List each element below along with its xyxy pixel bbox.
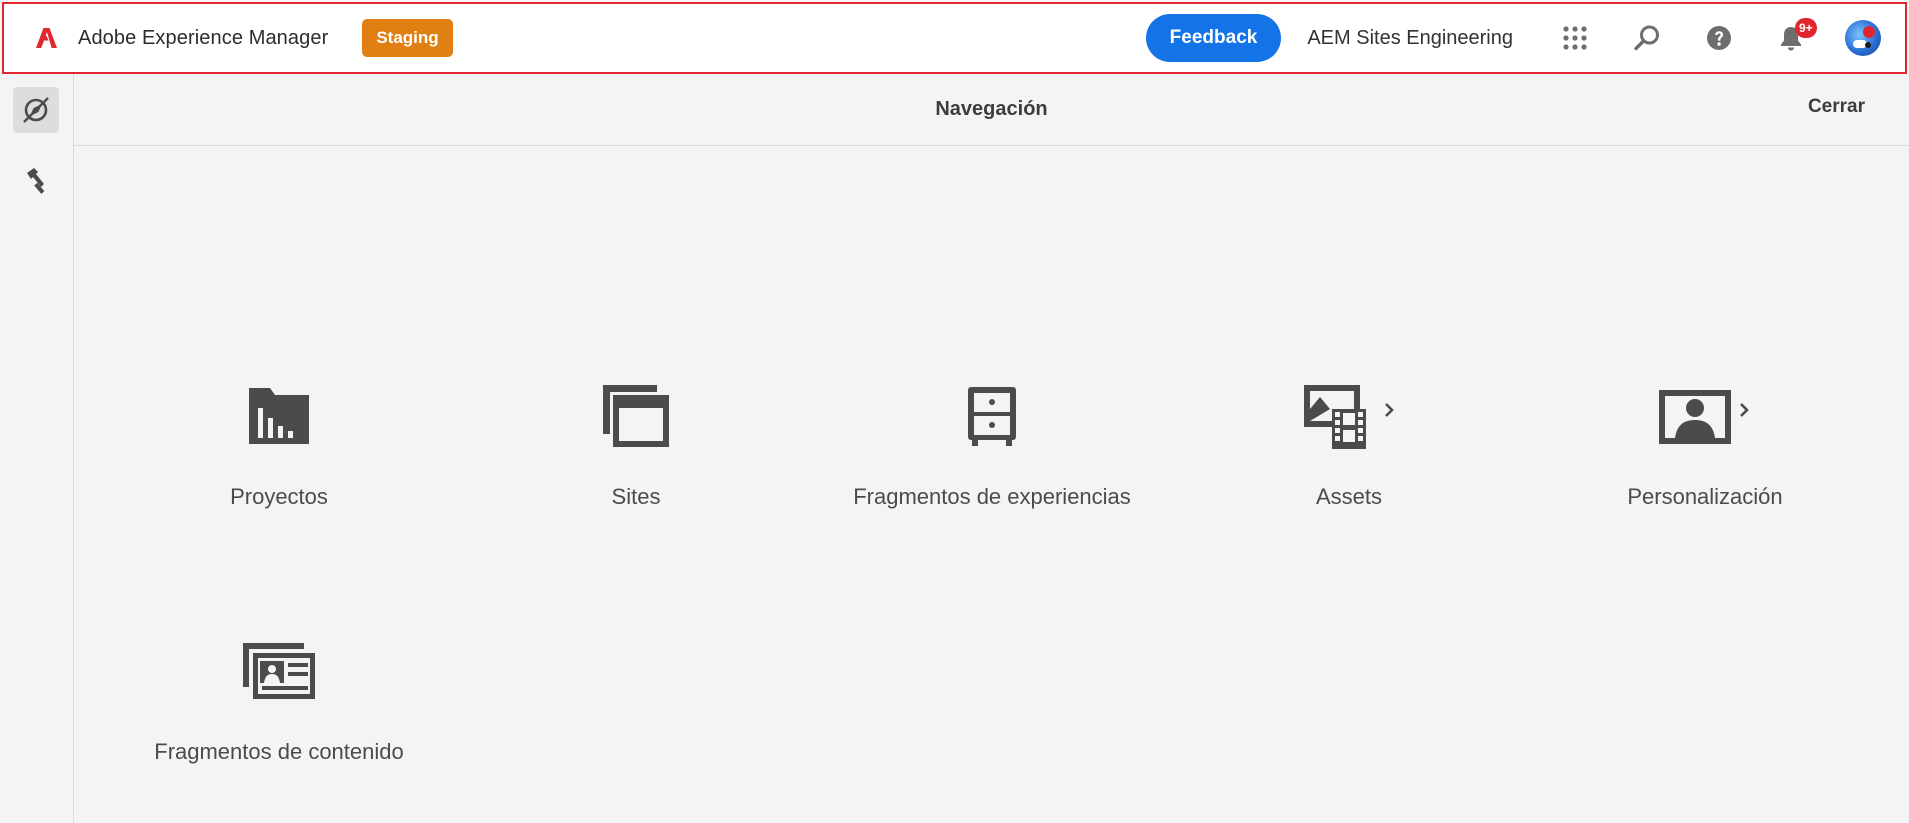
notification-count-badge: 9+ <box>1795 18 1817 38</box>
tile-personalization[interactable]: Personalización <box>1555 376 1855 546</box>
tile-experience-fragments[interactable]: Fragmentos de experiencias <box>842 376 1142 546</box>
tile-label: Personalización <box>1627 484 1783 509</box>
navigation-panel: Navegación Cerrar Proyectos Sites Fragme… <box>74 74 1909 823</box>
adobe-logo[interactable] <box>34 26 60 50</box>
sites-windows-icon <box>603 385 669 447</box>
org-switcher[interactable]: AEM Sites Engineering <box>1307 27 1513 50</box>
personalization-person-icon <box>1659 390 1749 444</box>
tile-label: Fragmentos de contenido <box>154 739 404 764</box>
environment-badge: Staging <box>362 19 453 57</box>
compass-icon <box>23 97 49 123</box>
close-button[interactable]: Cerrar <box>1808 96 1865 118</box>
left-rail <box>0 74 74 823</box>
content-fragments-card-icon <box>243 643 315 699</box>
apps-grid-icon <box>1563 26 1587 50</box>
tile-label: Sites <box>611 484 661 509</box>
product-name[interactable]: Adobe Experience Manager <box>78 27 328 50</box>
apps-grid-button[interactable] <box>1539 4 1611 72</box>
tile-label: Proyectos <box>230 484 328 509</box>
search-icon <box>1634 25 1659 51</box>
rail-item-navigation[interactable] <box>13 87 59 133</box>
assets-image-film-icon <box>1304 385 1394 449</box>
experience-fragments-cabinet-icon <box>968 387 1016 446</box>
search-button[interactable] <box>1611 4 1683 72</box>
tile-assets[interactable]: Assets <box>1199 376 1499 546</box>
user-account-button[interactable] <box>1827 4 1899 72</box>
tile-label: Fragmentos de experiencias <box>853 484 1131 509</box>
tile-content-fragments[interactable]: Fragmentos de contenido <box>129 631 429 801</box>
tile-label: Assets <box>1315 484 1383 509</box>
notifications-button[interactable]: 9+ <box>1755 4 1827 72</box>
panel-title: Navegación <box>935 98 1048 120</box>
top-bar: Adobe Experience Manager Staging Feedbac… <box>2 2 1907 74</box>
projects-folder-icon <box>249 388 309 444</box>
tile-sites[interactable]: Sites <box>486 376 786 546</box>
hammer-icon <box>27 168 45 194</box>
help-button[interactable] <box>1683 4 1755 72</box>
brand[interactable]: Adobe Experience Manager Staging <box>34 19 453 57</box>
tile-projects[interactable]: Proyectos <box>129 376 429 546</box>
avatar <box>1845 20 1881 56</box>
rail-item-tools[interactable] <box>13 157 59 203</box>
feedback-button[interactable]: Feedback <box>1145 14 1282 62</box>
help-icon <box>1707 26 1731 50</box>
panel-header: Navegación Cerrar <box>74 74 1909 146</box>
